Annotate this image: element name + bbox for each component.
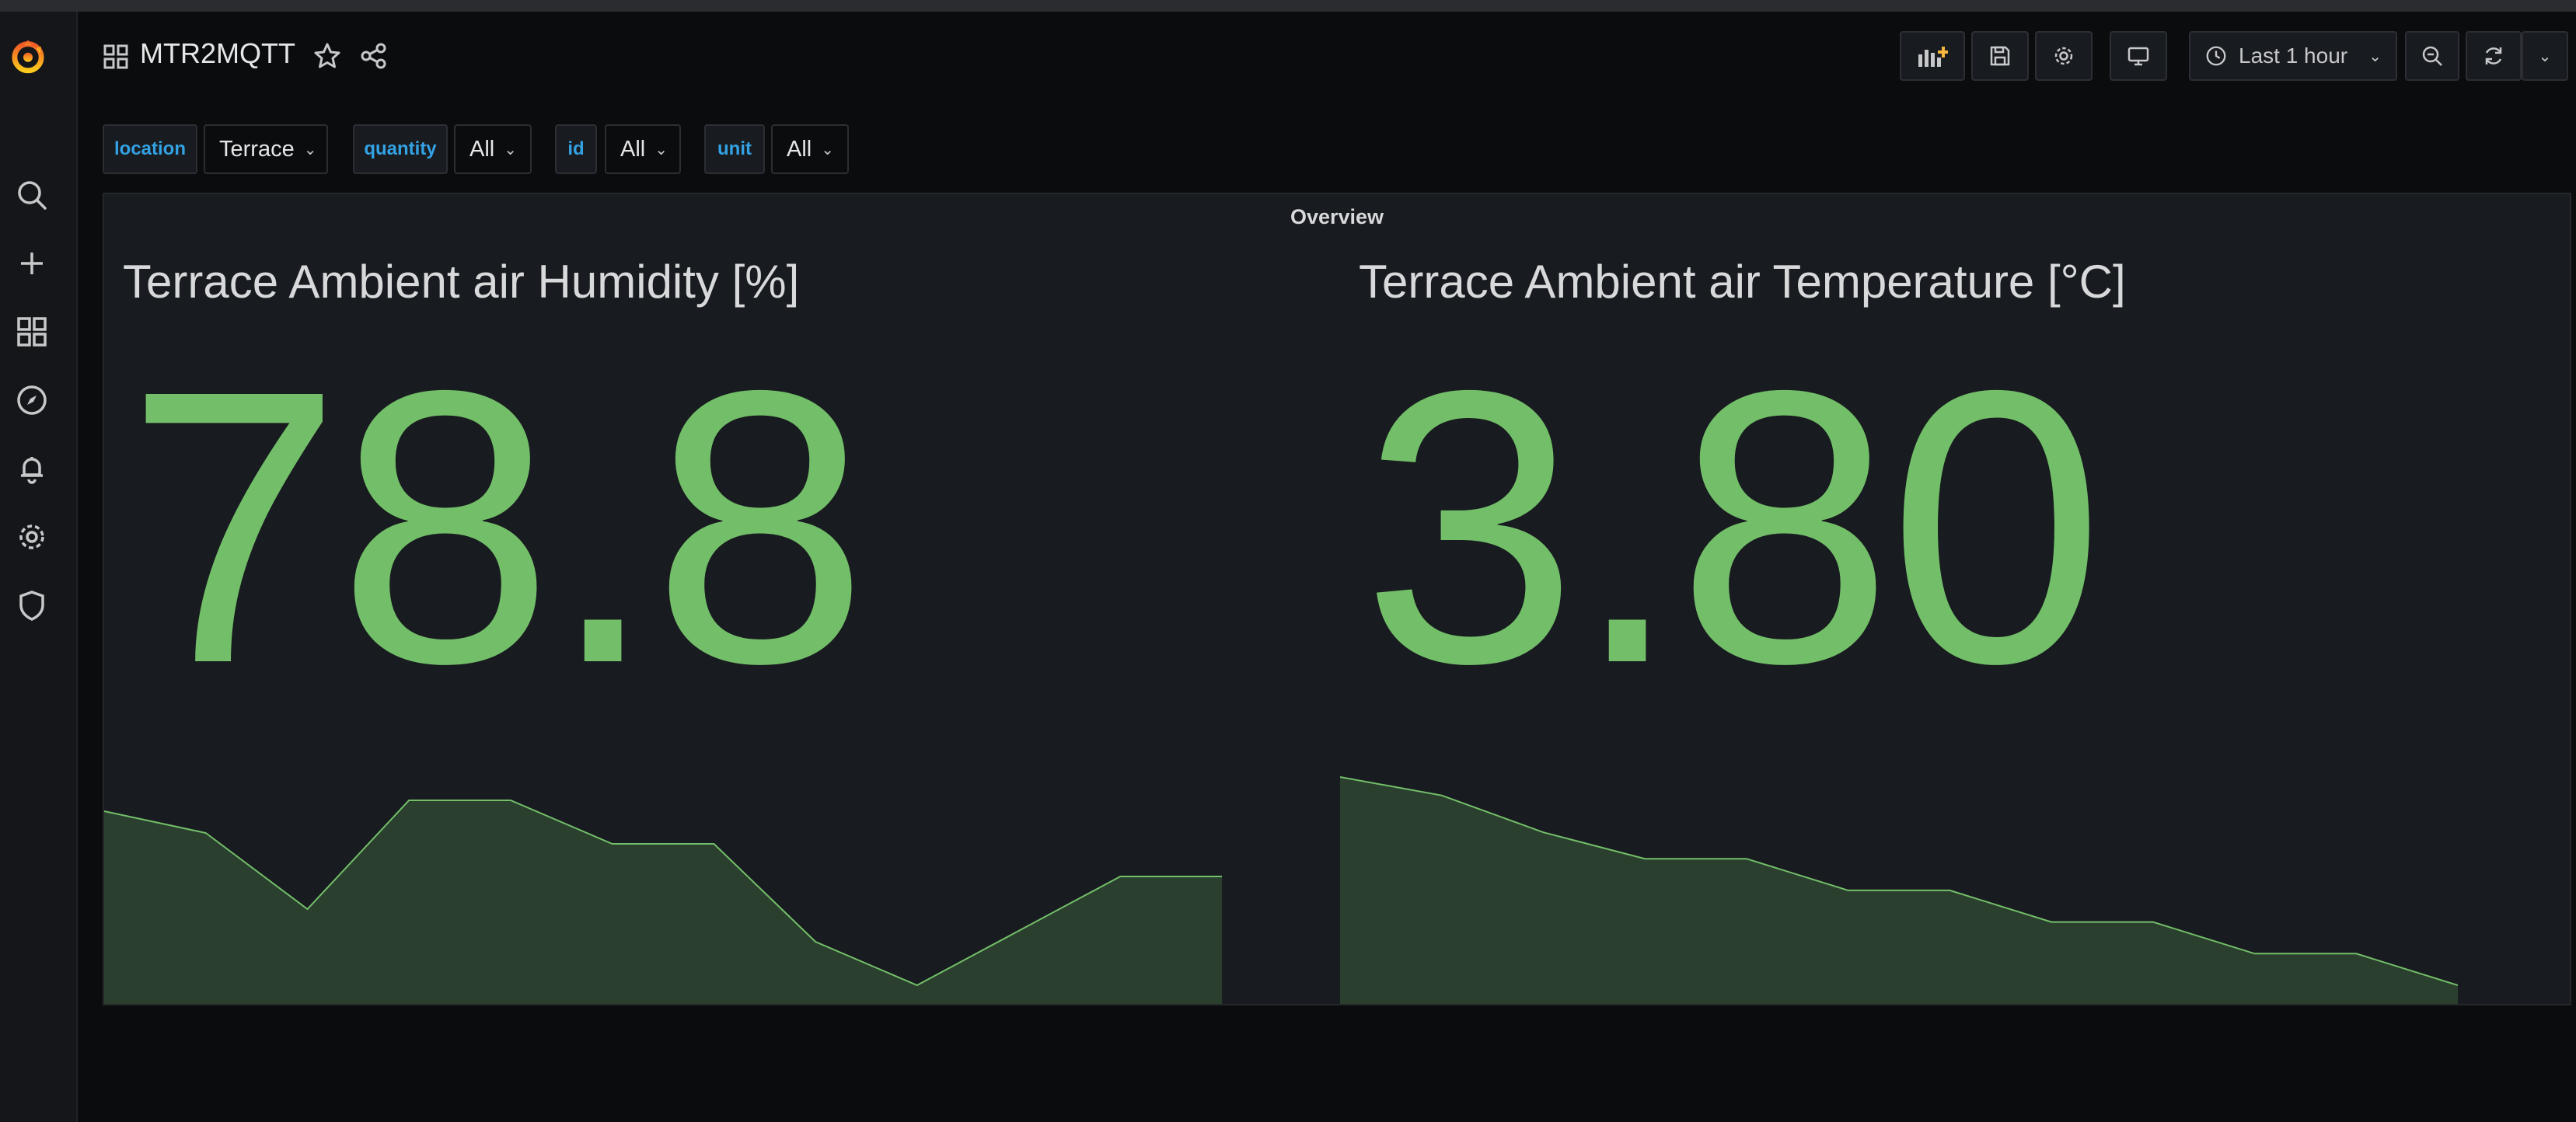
stat-value-humidity: 78.8 <box>126 309 868 744</box>
alerting-bell-icon[interactable] <box>13 450 51 487</box>
clock-icon <box>2206 46 2226 66</box>
time-picker-button[interactable]: Last 1 hour ⌄ <box>2189 31 2397 81</box>
configuration-gear-icon[interactable] <box>13 518 51 556</box>
chevron-down-icon: ⌄ <box>504 141 517 159</box>
variable-select-unit[interactable]: All ⌄ <box>771 124 849 174</box>
variable-select-quantity[interactable]: All ⌄ <box>454 124 532 174</box>
zoom-out-button[interactable] <box>2405 31 2459 81</box>
tv-mode-button[interactable] <box>2110 31 2167 81</box>
stat-title-humidity: Terrace Ambient air Humidity [%] <box>123 256 800 308</box>
overview-panel[interactable]: Overview Terrace Ambient air Humidity [%… <box>103 193 2571 1005</box>
variable-value: Terrace <box>219 136 295 162</box>
grafana-logo-icon[interactable] <box>9 37 53 81</box>
dashboard-title[interactable]: MTR2MQTT <box>140 37 295 70</box>
dashboard-settings-button[interactable] <box>2035 31 2093 81</box>
variable-value: All <box>787 136 812 162</box>
stat-value-temperature: 3.80 <box>1362 309 2104 744</box>
sparkline-temperature <box>1340 776 2458 1004</box>
chevron-down-icon: ⌄ <box>2368 47 2382 65</box>
sparkline-area <box>104 800 1222 1004</box>
panel-title[interactable]: Overview <box>104 205 2570 229</box>
sidebar <box>0 12 78 1122</box>
sparkline-humidity <box>104 800 1222 1004</box>
variable-value: All <box>620 136 646 162</box>
star-icon[interactable] <box>312 41 342 71</box>
server-admin-shield-icon[interactable] <box>13 587 51 624</box>
variable-select-location[interactable]: Terrace ⌄ <box>204 124 328 174</box>
create-plus-icon[interactable] <box>13 245 51 282</box>
variable-label-unit: unit <box>704 124 765 174</box>
time-range-label: Last 1 hour <box>2239 44 2348 68</box>
variable-label-id: id <box>555 124 597 174</box>
stat-title-temperature: Terrace Ambient air Temperature [°C] <box>1359 256 2126 308</box>
variable-label-quantity: quantity <box>353 124 448 174</box>
window-top-strip <box>0 0 2576 12</box>
chevron-down-icon: ⌄ <box>821 141 834 159</box>
refresh-interval-dropdown[interactable]: ⌄ <box>2522 31 2568 81</box>
add-panel-button[interactable] <box>1900 31 1965 81</box>
variable-select-id[interactable]: All ⌄ <box>605 124 681 174</box>
save-dashboard-button[interactable] <box>1971 31 2029 81</box>
search-icon[interactable] <box>13 176 51 214</box>
chevron-down-icon: ⌄ <box>2538 47 2552 65</box>
dashboard-grid-icon <box>103 44 129 70</box>
dashboards-grid-icon[interactable] <box>13 313 51 350</box>
share-icon[interactable] <box>359 41 389 71</box>
chevron-down-icon: ⌄ <box>303 141 317 159</box>
explore-compass-icon[interactable] <box>13 382 51 419</box>
refresh-button[interactable] <box>2466 31 2522 81</box>
variable-value: All <box>469 136 495 162</box>
variable-label-location: location <box>103 124 197 174</box>
chevron-down-icon: ⌄ <box>654 141 668 159</box>
